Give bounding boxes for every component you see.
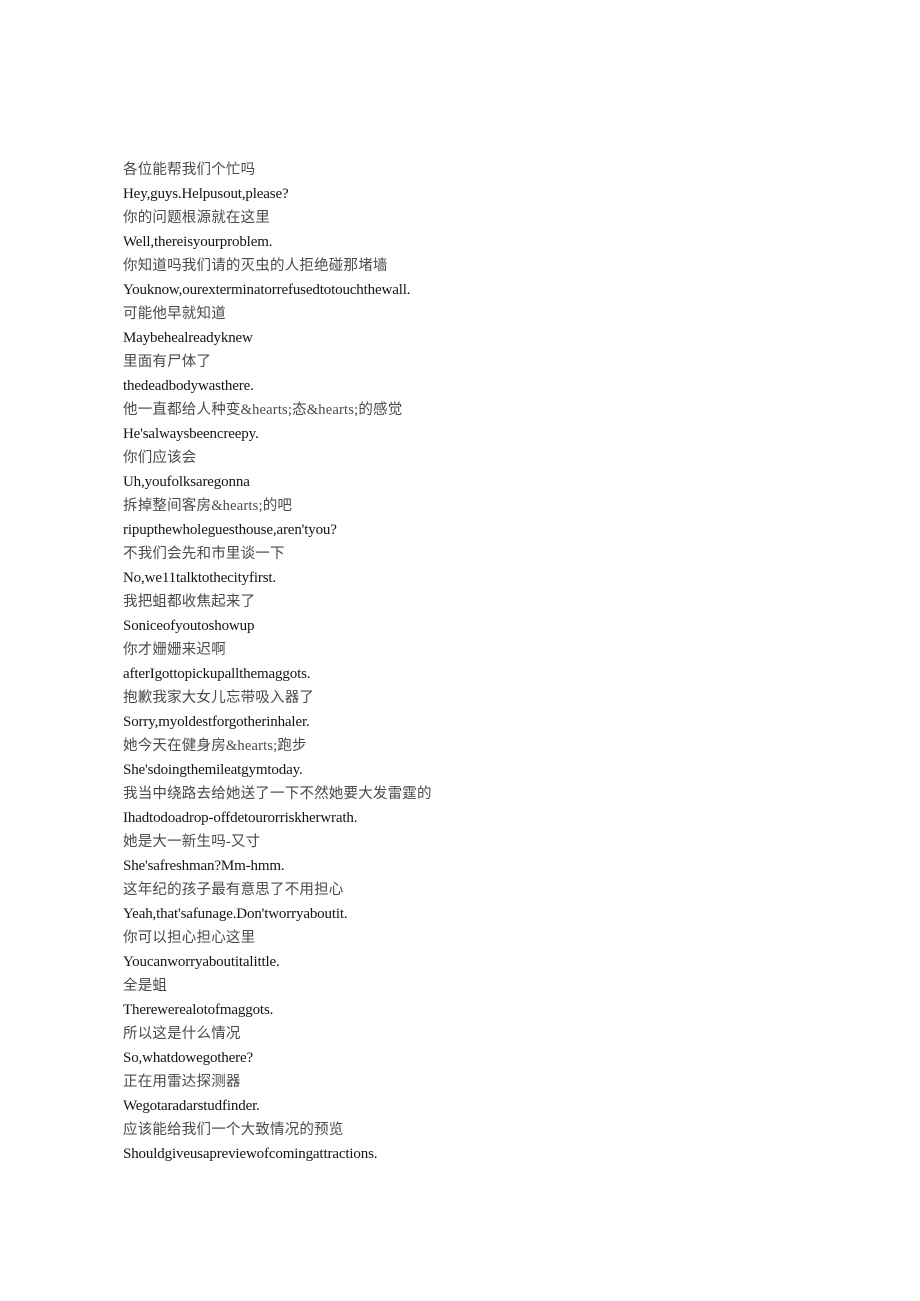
subtitle-line-source: 里面有尸体了 xyxy=(123,354,212,370)
subtitle-line-source: 她今天在健身房&hearts;跑步 xyxy=(123,738,307,754)
subtitle-line-source: 拆掉整间客房&hearts;的吧 xyxy=(123,498,293,514)
subtitle-line-translation: Youcanworryaboutitalittle. xyxy=(123,954,280,970)
transcript-body: 各位能帮我们个忙吗 Hey,guys.Helpusout,please? 你的问题根… xyxy=(123,158,823,1166)
subtitle-line-translation: Ihadtodoadrop-offdetourorriskherwrath. xyxy=(123,810,358,826)
subtitle-line-translation: Shouldgiveusapreviewofcomingattractions. xyxy=(123,1146,378,1162)
subtitle-line-source: 你的问题根源就在这里 xyxy=(123,210,270,226)
subtitle-line-source: 你才姗姗来迟啊 xyxy=(123,642,226,658)
subtitle-line-translation: Therewerealotofmaggots. xyxy=(123,1002,274,1018)
subtitle-line-translation: So,whatdowegothere? xyxy=(123,1050,254,1066)
subtitle-line-translation: Yeah,that'safunage.Don'tworryaboutit. xyxy=(123,906,348,922)
subtitle-line-translation: thedeadbodywasthere. xyxy=(123,378,254,394)
subtitle-line-source: 你可以担心担心这里 xyxy=(123,930,256,946)
subtitle-line-translation: Uh,youfolksaregonna xyxy=(123,474,250,490)
subtitle-line-translation: No,we11talktothecityfirst. xyxy=(123,570,277,586)
subtitle-line-translation: Maybehealreadyknew xyxy=(123,330,253,346)
subtitle-line-translation: Wegotaradarstudfinder. xyxy=(123,1098,260,1114)
subtitle-line-source: 不我们会先和市里谈一下 xyxy=(123,546,285,562)
subtitle-line-translation: ripupthewholeguesthouse,aren'tyou? xyxy=(123,522,337,538)
subtitle-line-source: 她是大一新生吗-又寸 xyxy=(123,834,261,850)
subtitle-line-source: 我把蛆都收焦起来了 xyxy=(123,594,256,610)
subtitle-line-translation: Soniceofyoutoshowup xyxy=(123,618,255,634)
subtitle-line-source: 他一直都给人种变&hearts;态&hearts;的感觉 xyxy=(123,402,403,418)
subtitle-line-source: 应该能给我们一个大致情况的预览 xyxy=(123,1122,344,1138)
subtitle-line-source: 全是蛆 xyxy=(123,978,168,994)
subtitle-line-source: 我当中绕路去给她送了一下不然她要大发雷霆的 xyxy=(123,786,432,802)
subtitle-line-translation: Well,thereisyourproblem. xyxy=(123,234,273,250)
subtitle-line-source: 可能他早就知道 xyxy=(123,306,226,322)
subtitle-line-source: 正在用雷达探测器 xyxy=(123,1074,241,1090)
subtitle-line-source: 你知道吗我们请的灭虫的人拒绝碰那堵墙 xyxy=(123,258,388,274)
subtitle-line-source: 你们应该会 xyxy=(123,450,197,466)
subtitle-line-translation: He'salwaysbeencreepy. xyxy=(123,426,259,442)
subtitle-line-translation: She'safreshman?Mm-hmm. xyxy=(123,858,285,874)
subtitle-line-translation: Youknow,ourexterminatorrefusedtotouchthe… xyxy=(123,282,411,298)
subtitle-line-translation: She'sdoingthemileatgymtoday. xyxy=(123,762,303,778)
subtitle-line-translation: afterIgottopickupallthemaggots. xyxy=(123,666,311,682)
document-page: 各位能帮我们个忙吗 Hey,guys.Helpusout,please? 你的问题根… xyxy=(0,0,920,1301)
subtitle-line-source: 各位能帮我们个忙吗 xyxy=(123,162,256,178)
subtitle-line-translation: Sorry,myoldestforgotherinhaler. xyxy=(123,714,310,730)
subtitle-line-translation: Hey,guys.Helpusout,please? xyxy=(123,186,289,202)
subtitle-line-source: 抱歉我家大女儿忘带吸入器了 xyxy=(123,690,315,706)
subtitle-line-source: 所以这是什么情况 xyxy=(123,1026,241,1042)
subtitle-line-source: 这年纪的孩子最有意思了不用担心 xyxy=(123,882,344,898)
